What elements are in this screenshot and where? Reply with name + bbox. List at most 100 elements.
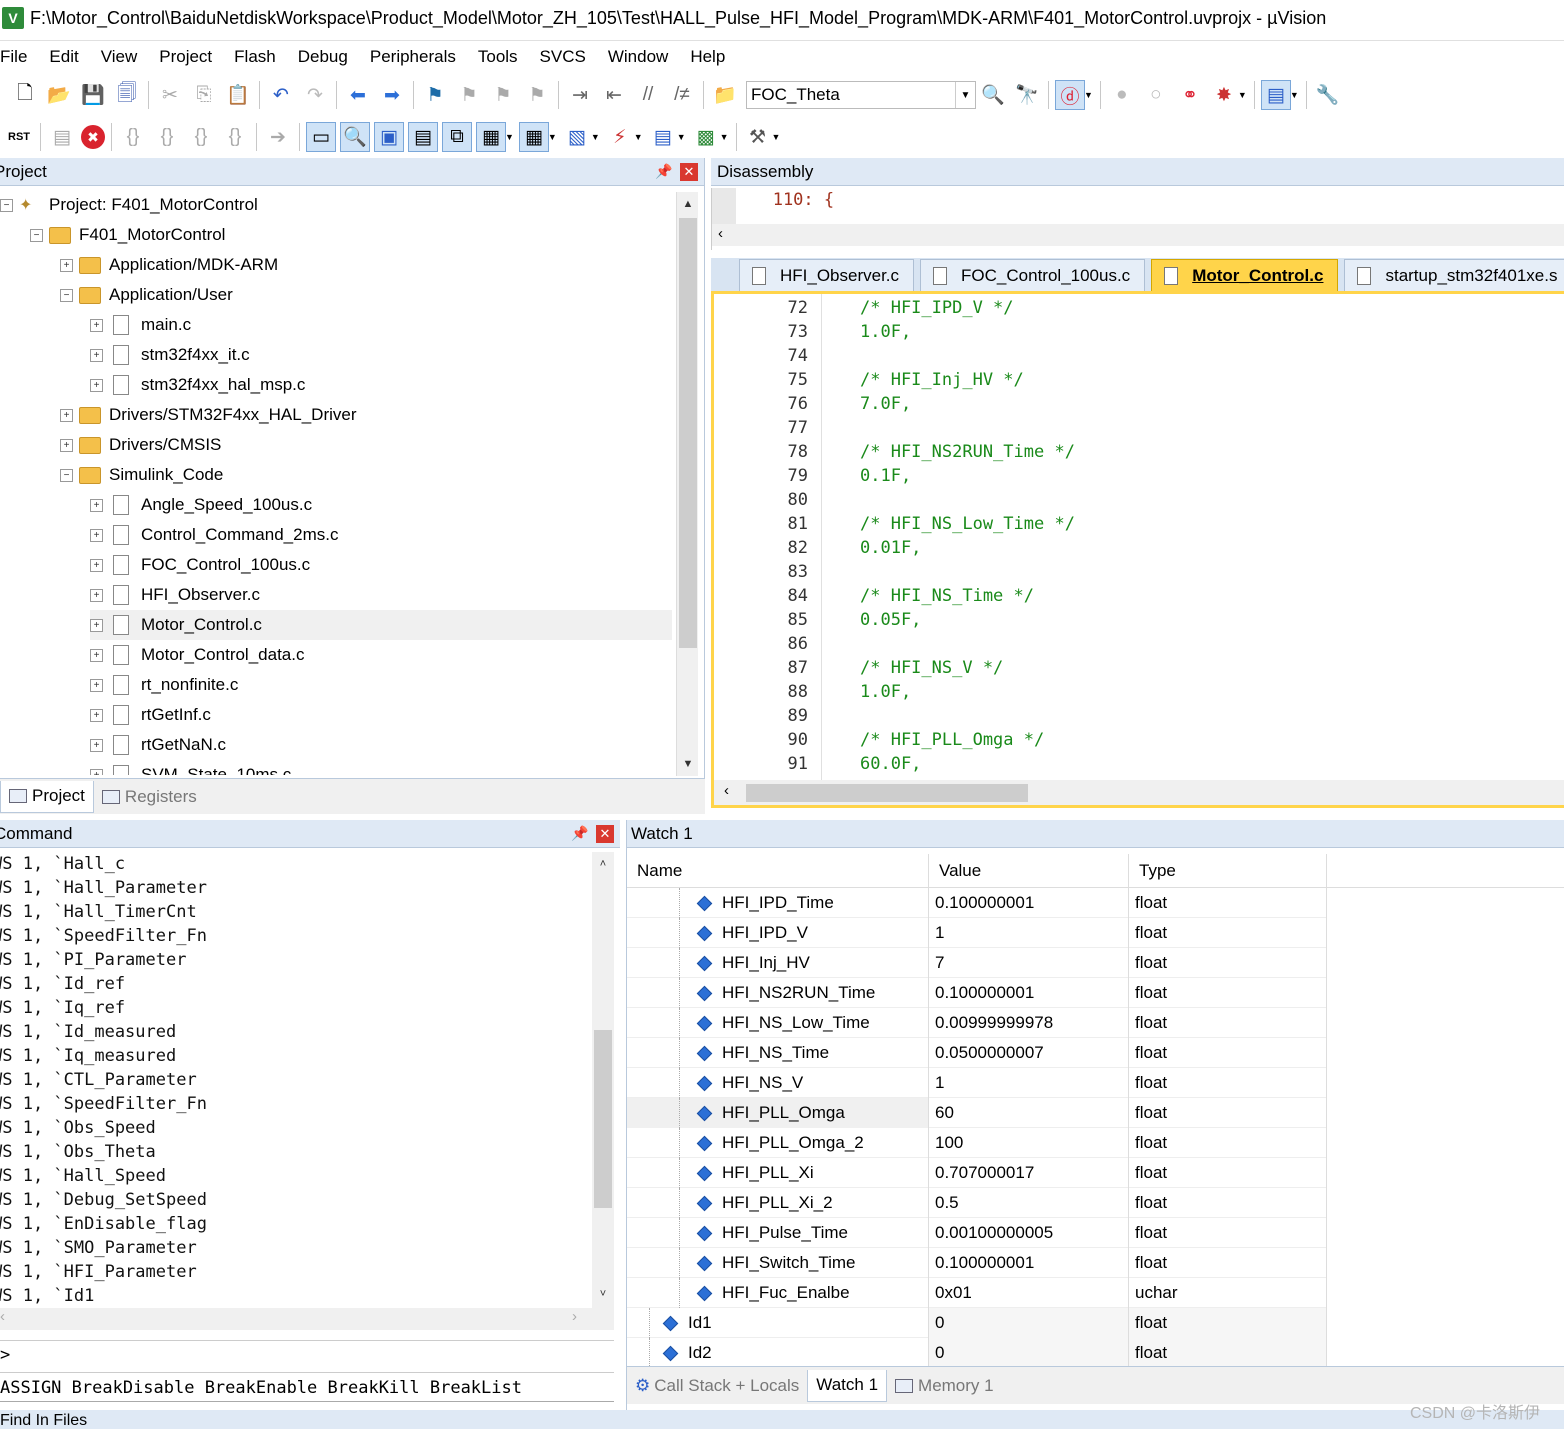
scrollbar-thumb[interactable] <box>746 784 1028 802</box>
menu-edit[interactable]: Edit <box>38 47 89 67</box>
tree-file[interactable]: + rtGetNaN.c <box>90 730 226 760</box>
scroll-right-icon[interactable]: › <box>572 1308 577 1325</box>
system-viewer-icon[interactable]: ▩ <box>691 122 721 152</box>
watch-value[interactable]: 7 <box>929 948 1129 978</box>
tree-file[interactable]: + rtGetInf.c <box>90 700 211 730</box>
scroll-down-icon[interactable]: ˅ <box>592 1282 614 1306</box>
scroll-left-icon[interactable]: ‹ <box>0 1308 5 1325</box>
column-header-type[interactable]: Type <box>1129 854 1327 888</box>
watch-row[interactable]: HFI_PLL_Xi 0.707000017 float <box>627 1158 1327 1188</box>
tab-call-stack-locals[interactable]: ⚙ Call Stack + Locals <box>627 1370 807 1402</box>
watch-row[interactable]: HFI_Inj_HV 7 float <box>627 948 1327 978</box>
step-over-icon[interactable]: {} <box>152 122 182 152</box>
editor-tab[interactable]: Motor_Control.c <box>1151 259 1339 291</box>
incremental-find-icon[interactable]: 🔭 <box>1012 80 1042 110</box>
paste-icon[interactable]: 📋 <box>223 80 253 110</box>
breakpoint-icon[interactable]: ● <box>1107 80 1137 110</box>
tree-file[interactable]: + stm32f4xx_hal_msp.c <box>90 370 305 400</box>
expander-icon[interactable]: + <box>90 588 103 602</box>
step-icon[interactable]: {} <box>118 122 148 152</box>
tree-file[interactable]: + SVM_State_10ms.c <box>90 760 291 775</box>
uncomment-icon[interactable]: /≠ <box>667 80 697 110</box>
run-to-cursor-icon[interactable]: {} <box>220 122 250 152</box>
menu-window[interactable]: Window <box>597 47 679 67</box>
kill-breakpoints-icon[interactable]: ⚭ <box>1175 80 1205 110</box>
watch-row[interactable]: HFI_PLL_Omga 60 float <box>627 1098 1327 1128</box>
serial-windows-icon[interactable]: ▧ <box>562 122 592 152</box>
command-scrollbar[interactable]: ˄ ˅ <box>592 852 614 1308</box>
clear-bookmarks-icon[interactable]: ⚑ <box>522 80 552 110</box>
options-icon[interactable]: ✸ <box>1209 80 1239 110</box>
tree-file[interactable]: + Motor_Control_data.c <box>90 640 304 670</box>
expander-icon[interactable]: + <box>90 498 103 512</box>
watch-row[interactable]: HFI_Pulse_Time 0.00100000005 float <box>627 1218 1327 1248</box>
chevron-down-icon[interactable]: ▼ <box>548 132 557 142</box>
tree-folder[interactable]: + Drivers/CMSIS <box>60 430 221 460</box>
watch-value[interactable]: 0.00999999978 <box>929 1008 1129 1038</box>
menu-tools[interactable]: Tools <box>467 47 529 67</box>
disassembly-hscrollbar[interactable]: ‹ <box>712 224 1564 246</box>
column-header-value[interactable]: Value <box>929 854 1129 888</box>
menu-file[interactable]: File <box>0 47 38 67</box>
tree-file[interactable]: + Control_Command_2ms.c <box>90 520 338 550</box>
tab-project[interactable]: Project <box>0 780 94 813</box>
scrollbar-thumb[interactable] <box>679 218 697 648</box>
new-file-icon[interactable]: 🗋 <box>10 80 40 110</box>
expander-icon[interactable]: − <box>30 228 43 242</box>
debug-session-icon[interactable]: ⓓ <box>1055 80 1085 110</box>
watch-value[interactable]: 100 <box>929 1128 1129 1158</box>
watch-windows-icon[interactable]: ▦ <box>476 122 506 152</box>
copy-icon[interactable]: ⎘ <box>189 80 219 110</box>
scroll-up-icon[interactable]: ˄ <box>592 852 614 876</box>
find-in-files-icon[interactable]: 📁 <box>710 80 740 110</box>
menu-debug[interactable]: Debug <box>287 47 359 67</box>
editor-hscrollbar[interactable]: ‹ <box>711 780 1564 808</box>
chevron-down-icon[interactable]: ▼ <box>505 132 514 142</box>
close-icon[interactable]: ✕ <box>596 824 614 843</box>
tree-folder[interactable]: − Application/User <box>60 280 233 310</box>
run-icon[interactable]: ▤ <box>47 122 77 152</box>
pin-icon[interactable]: 📌 <box>654 163 674 180</box>
watch-row[interactable]: HFI_IPD_V 1 float <box>627 918 1327 948</box>
configure-icon[interactable]: 🔧 <box>1313 80 1343 110</box>
watch-value[interactable]: 0.00100000005 <box>929 1218 1129 1248</box>
expander-icon[interactable]: + <box>60 408 73 422</box>
editor-tab[interactable]: FOC_Control_100us.c <box>920 259 1146 291</box>
find-in-files-tab[interactable]: Find In Files <box>0 1410 1564 1429</box>
watch-value[interactable]: 0.5 <box>929 1188 1129 1218</box>
expander-icon[interactable]: − <box>60 468 73 482</box>
tree-file[interactable]: + FOC_Control_100us.c <box>90 550 310 580</box>
command-window-icon[interactable]: ▭ <box>306 122 336 152</box>
expander-icon[interactable]: + <box>60 258 73 272</box>
reset-icon[interactable]: RST <box>4 122 34 152</box>
tree-project[interactable]: − ✦ Project: F401_MotorControl <box>0 190 258 220</box>
toolbox-icon[interactable]: ⚒ <box>743 122 773 152</box>
chevron-down-icon[interactable]: ▼ <box>677 132 686 142</box>
window-layout-icon[interactable]: ▤ <box>1260 80 1291 110</box>
tab-watch-1[interactable]: Watch 1 <box>807 1369 888 1402</box>
project-scrollbar[interactable]: ▲ ▼ <box>676 192 698 776</box>
disassembly-view[interactable]: 110: { ‹ <box>711 188 1564 250</box>
tree-target[interactable]: − F401_MotorControl <box>30 220 225 250</box>
tree-folder[interactable]: + Application/MDK-ARM <box>60 250 278 280</box>
indent-icon[interactable]: ⇥ <box>565 80 595 110</box>
watch-value[interactable]: 1 <box>929 1068 1129 1098</box>
watch-value[interactable]: 60 <box>929 1098 1129 1128</box>
watch-value[interactable]: 0 <box>929 1338 1129 1368</box>
call-stack-window-icon[interactable]: ⧉ <box>442 122 472 152</box>
chevron-down-icon[interactable]: ▼ <box>772 132 781 142</box>
watch-row[interactable]: Id1 0 float <box>627 1308 1327 1338</box>
menu-flash[interactable]: Flash <box>223 47 287 67</box>
registers-window-icon[interactable]: ▤ <box>408 122 438 152</box>
watch-value[interactable]: 0.707000017 <box>929 1158 1129 1188</box>
watch-row[interactable]: HFI_NS_Low_Time 0.00999999978 float <box>627 1008 1327 1038</box>
command-hscrollbar[interactable]: ‹ › <box>0 1308 614 1330</box>
chevron-down-icon[interactable]: ▼ <box>634 132 643 142</box>
menu-project[interactable]: Project <box>148 47 223 67</box>
analysis-windows-icon[interactable]: ⚡ <box>605 122 635 152</box>
scrollbar-thumb[interactable] <box>594 1030 612 1208</box>
navigate-back-icon[interactable]: ⬅ <box>343 80 373 110</box>
next-bookmark-icon[interactable]: ⚑ <box>488 80 518 110</box>
column-header-name[interactable]: Name <box>627 854 929 888</box>
comment-icon[interactable]: // <box>633 80 663 110</box>
